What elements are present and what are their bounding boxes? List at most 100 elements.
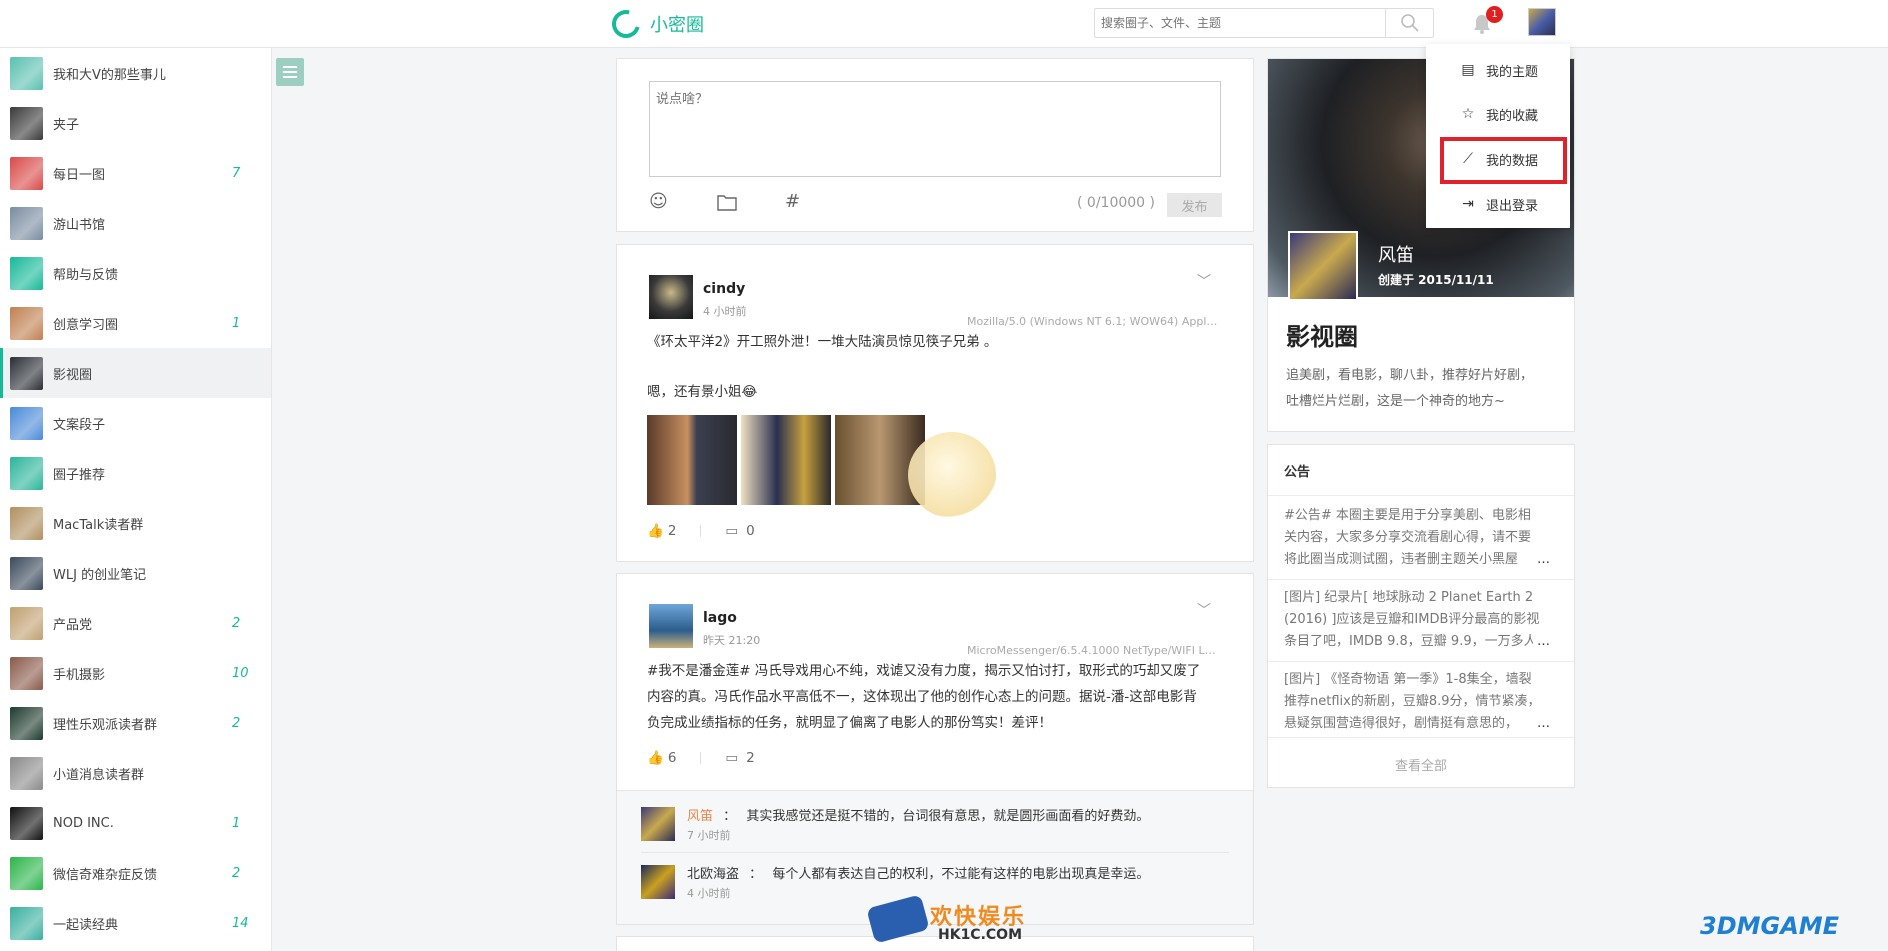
unread-count: 1 bbox=[232, 815, 241, 831]
post-image[interactable] bbox=[647, 415, 737, 505]
sidebar-item[interactable]: MacTalk读者群 bbox=[0, 498, 271, 548]
like-icon[interactable]: 👍 bbox=[647, 523, 664, 539]
sidebar-item-label: 帮助与反馈 bbox=[53, 267, 119, 283]
sidebar-item-label: 文案段子 bbox=[53, 417, 106, 433]
sidebar-item-label: 一起读经典 bbox=[53, 917, 119, 933]
logout-icon: ⇥ bbox=[1462, 196, 1474, 212]
sidebar-item[interactable]: 我和大V的那些事儿 bbox=[0, 48, 271, 98]
sidebar-item[interactable]: NOD INC. 1 bbox=[0, 798, 271, 848]
announcement-item[interactable]: #公告# 本圈主要是用于分享美剧、电影相 关内容，大家多分享交流看剧心得，请不要… bbox=[1284, 505, 1558, 571]
menu-item-logout[interactable]: ⇥ 退出登录 bbox=[1426, 186, 1570, 222]
menu-item-my-topics[interactable]: ▤ 我的主题 bbox=[1426, 52, 1570, 88]
sidebar-item[interactable]: 创意学习圈 1 bbox=[0, 298, 271, 348]
post-actions: 👍 6 ▭ 2 bbox=[647, 750, 755, 766]
author-avatar[interactable] bbox=[649, 275, 693, 319]
chevron-down-icon[interactable]: ﹀ bbox=[1197, 600, 1211, 620]
circle-description: 追美剧，看电影，聊八卦，推荐好片好剧， 吐槽烂片烂剧，这是一个神奇的地方~ bbox=[1286, 368, 1534, 409]
unread-count: 2 bbox=[232, 715, 241, 731]
commenter-name[interactable]: 风笛 bbox=[687, 809, 713, 824]
app-logo[interactable]: 小密圈 bbox=[606, 4, 704, 44]
circle-owner[interactable]: 风笛 bbox=[1378, 241, 1414, 267]
like-icon[interactable]: 👍 bbox=[647, 750, 664, 766]
sidebar-item[interactable]: 夹子 bbox=[0, 98, 271, 148]
notification-badge: 1 bbox=[1486, 6, 1503, 23]
search-icon bbox=[1400, 14, 1419, 32]
sidebar-item[interactable]: 帮助与反馈 bbox=[0, 248, 271, 298]
unread-count: 10 bbox=[232, 665, 249, 681]
post-time: 4 小时前 bbox=[703, 305, 747, 318]
commenter-name[interactable]: 北欧海盗 bbox=[687, 867, 739, 882]
commenter-avatar[interactable] bbox=[641, 865, 675, 899]
sidebar-item[interactable]: 一起读经典 14 bbox=[0, 898, 271, 948]
circle-avatar bbox=[10, 356, 43, 390]
search-button[interactable] bbox=[1385, 9, 1433, 37]
comment-icon[interactable]: ▭ bbox=[725, 523, 738, 539]
sidebar-item[interactable]: 微信奇难杂症反馈 2 bbox=[0, 848, 271, 898]
sidebar-item[interactable]: 影视圈 bbox=[0, 348, 271, 398]
star-icon: ☆ bbox=[1461, 106, 1475, 122]
circle-created-date: 创建于 2015/11/11 bbox=[1378, 273, 1494, 287]
sidebar-item-label: NOD INC. bbox=[53, 815, 114, 831]
comment-time: 7 小时前 bbox=[687, 829, 731, 842]
view-all-link[interactable]: 查看全部 bbox=[1268, 755, 1574, 774]
composer-input[interactable] bbox=[649, 81, 1221, 177]
top-bar: 小密圈 1 bbox=[0, 0, 1888, 48]
owner-avatar[interactable] bbox=[1288, 231, 1358, 301]
logo-icon bbox=[606, 4, 646, 44]
post-image[interactable] bbox=[741, 415, 831, 505]
sidebar-toggle-button[interactable] bbox=[276, 58, 304, 86]
comment-separator: ： bbox=[723, 809, 737, 824]
unread-count: 7 bbox=[232, 165, 241, 181]
sidebar-item[interactable]: 手机摄影 10 bbox=[0, 648, 271, 698]
circle-sidebar: 我和大V的那些事儿 夹子每日一图 7 游山书馆帮助与反馈创意学习圈 1 影视圈文案段子圈子… bbox=[0, 48, 272, 951]
post-author[interactable]: lago bbox=[703, 610, 737, 626]
publish-button[interactable]: 发布 bbox=[1167, 193, 1222, 217]
sidebar-item-label: WLJ 的创业笔记 bbox=[53, 567, 147, 583]
sidebar-item-label: 游山书馆 bbox=[53, 217, 106, 233]
notification-button[interactable]: 1 bbox=[1466, 6, 1503, 40]
announcement-title: 公告 bbox=[1284, 465, 1311, 480]
folder-icon[interactable] bbox=[717, 193, 737, 211]
hashtag-icon[interactable]: # bbox=[785, 191, 800, 212]
comment-time: 4 小时前 bbox=[687, 887, 731, 900]
announcement-card: 公告 #公告# 本圈主要是用于分享美剧、电影相 关内容，大家多分享交流看剧心得，… bbox=[1267, 444, 1575, 788]
sidebar-item[interactable]: 圈子推荐 bbox=[0, 448, 271, 498]
comment-icon[interactable]: ▭ bbox=[725, 750, 738, 766]
announcement-item[interactable]: [图片] 纪录片[ 地球脉动 2 Planet Earth 2 (2016) ]… bbox=[1284, 587, 1558, 653]
circle-avatar bbox=[10, 606, 43, 640]
unread-count: 2 bbox=[232, 615, 241, 631]
emoji-icon[interactable]: ☺ bbox=[649, 191, 668, 212]
post-actions: 👍 2 ▭ 0 bbox=[647, 523, 755, 539]
user-avatar[interactable] bbox=[1528, 8, 1556, 36]
author-avatar[interactable] bbox=[649, 604, 693, 648]
circle-avatar bbox=[10, 256, 43, 290]
post-author[interactable]: cindy bbox=[703, 281, 745, 297]
circle-name: 影视圈 bbox=[1286, 323, 1358, 351]
sidebar-item-label: 每日一图 bbox=[53, 167, 106, 183]
site-watermark: 欢快娱乐 HK1C.COM bbox=[860, 894, 1030, 951]
highlight-box bbox=[1440, 137, 1567, 184]
menu-item-my-favorites[interactable]: ☆ 我的收藏 bbox=[1426, 96, 1570, 132]
announcement-item[interactable]: [图片] 《怪奇物语 第一季》1-8集全，墙裂 推荐netflix的新剧，豆瓣8… bbox=[1284, 669, 1558, 735]
sidebar-item[interactable]: WLJ 的创业笔记 bbox=[0, 548, 271, 598]
sidebar-item-label: 理性乐观派读者群 bbox=[53, 717, 158, 733]
user-dropdown-menu: ▤ 我的主题 ☆ 我的收藏 ⟋ 我的数据 ⇥ 退出登录 bbox=[1426, 44, 1570, 228]
like-count: 6 bbox=[667, 750, 677, 766]
sidebar-item[interactable]: 产品党 2 bbox=[0, 598, 271, 648]
commenter-avatar[interactable] bbox=[641, 807, 675, 841]
circle-avatar bbox=[10, 806, 43, 840]
sidebar-item[interactable]: 游山书馆 bbox=[0, 198, 271, 248]
phone-icon bbox=[866, 894, 930, 944]
ellipsis: … bbox=[1533, 713, 1550, 735]
chevron-down-icon[interactable]: ﹀ bbox=[1197, 271, 1211, 291]
comment-count: 0 bbox=[746, 523, 755, 539]
sidebar-item[interactable]: 小道消息读者群 bbox=[0, 748, 271, 798]
ellipsis: … bbox=[1533, 549, 1550, 571]
sidebar-item[interactable]: 文案段子 bbox=[0, 398, 271, 448]
circle-avatar bbox=[10, 906, 43, 940]
search-input[interactable] bbox=[1095, 9, 1385, 37]
post-images bbox=[647, 415, 925, 505]
unread-count: 1 bbox=[232, 315, 241, 331]
sidebar-item[interactable]: 每日一图 7 bbox=[0, 148, 271, 198]
sidebar-item[interactable]: 理性乐观派读者群 2 bbox=[0, 698, 271, 748]
